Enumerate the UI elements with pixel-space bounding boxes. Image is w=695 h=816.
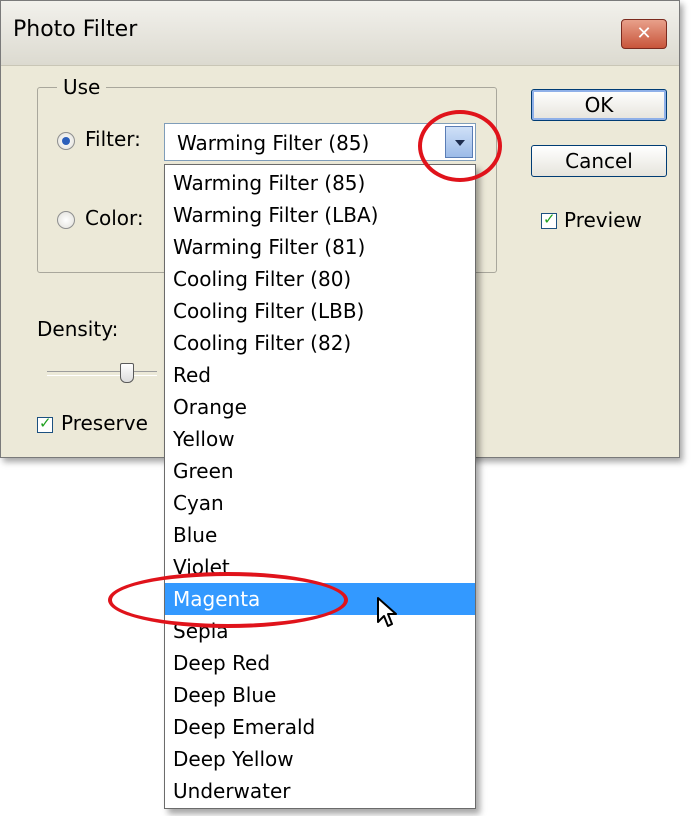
- filter-select[interactable]: Warming Filter (85): [164, 123, 476, 161]
- dropdown-option[interactable]: Red: [165, 359, 475, 391]
- dropdown-option[interactable]: Green: [165, 455, 475, 487]
- preview-checkbox[interactable]: [541, 210, 557, 229]
- mouse-pointer-icon: [377, 597, 397, 627]
- density-slider-track[interactable]: [47, 371, 157, 376]
- dropdown-option[interactable]: Cooling Filter (82): [165, 327, 475, 359]
- dropdown-option[interactable]: Cooling Filter (80): [165, 263, 475, 295]
- dropdown-option[interactable]: Orange: [165, 391, 475, 423]
- use-group-label: Use: [57, 75, 107, 99]
- color-label: Color:: [85, 206, 144, 230]
- dropdown-option[interactable]: Cyan: [165, 487, 475, 519]
- dropdown-option[interactable]: Deep Emerald: [165, 711, 475, 743]
- dropdown-option[interactable]: Warming Filter (81): [165, 231, 475, 263]
- dropdown-option[interactable]: Deep Blue: [165, 679, 475, 711]
- dropdown-option[interactable]: Deep Yellow: [165, 743, 475, 775]
- window-title: Photo Filter: [13, 17, 138, 42]
- filter-dropdown-list[interactable]: Warming Filter (85) Warming Filter (LBA)…: [164, 164, 476, 809]
- filter-radio[interactable]: [57, 132, 75, 150]
- close-icon: ✕: [636, 23, 652, 44]
- filter-label: Filter:: [85, 127, 141, 151]
- dropdown-option-highlighted[interactable]: Magenta: [165, 583, 475, 615]
- density-slider-thumb[interactable]: [120, 363, 134, 383]
- dropdown-option[interactable]: Yellow: [165, 423, 475, 455]
- color-radio[interactable]: [57, 211, 75, 229]
- chevron-down-icon[interactable]: [445, 126, 473, 158]
- dropdown-option[interactable]: Warming Filter (85): [165, 167, 475, 199]
- dropdown-option[interactable]: Sepia: [165, 615, 475, 647]
- dropdown-option[interactable]: Blue: [165, 519, 475, 551]
- dropdown-option[interactable]: Cooling Filter (LBB): [165, 295, 475, 327]
- density-label: Density:: [37, 317, 119, 341]
- dropdown-option[interactable]: Violet: [165, 551, 475, 583]
- preserve-checkbox[interactable]: [37, 414, 53, 433]
- cancel-button[interactable]: Cancel: [531, 145, 667, 177]
- dropdown-option[interactable]: Underwater: [165, 775, 475, 807]
- close-button[interactable]: ✕: [621, 19, 667, 49]
- preview-label: Preview: [564, 208, 642, 232]
- preserve-label: Preserve: [61, 411, 148, 435]
- title-bar: Photo Filter ✕: [1, 1, 679, 66]
- ok-button[interactable]: OK: [531, 89, 667, 121]
- dropdown-option[interactable]: Warming Filter (LBA): [165, 199, 475, 231]
- filter-select-value: Warming Filter (85): [177, 131, 370, 155]
- dropdown-option[interactable]: Deep Red: [165, 647, 475, 679]
